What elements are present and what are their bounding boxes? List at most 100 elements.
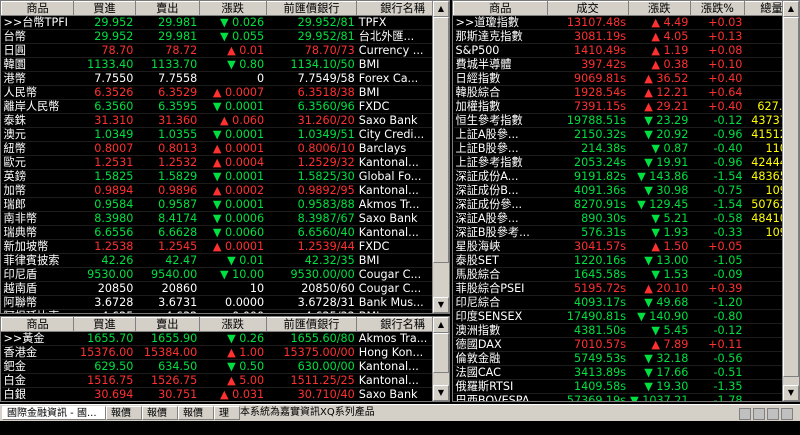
table-row[interactable]: 阿根廷比索4.6254.632 0.0004.625/32BMI xyxy=(1,309,449,313)
table-row[interactable]: 泰銖 31.310 31.360 ▲ 0.060 31.260/20 Saxo Bank xyxy=(1,113,449,128)
table-row[interactable]: >>台幣TPFI 29.952 29.981 ▼ 0.026 29.952/81 TPFX xyxy=(1,15,449,30)
tab-quote-4[interactable]: 報價 4 xyxy=(178,406,214,433)
change-percent: -0.33 xyxy=(690,225,745,240)
table-row[interactable]: 法國CAC 3413.89s ▼ 17.66 -0.51 xyxy=(453,365,799,380)
table-row[interactable]: 上証B股參... 214.38s ▼ 0.87 -0.40 110M xyxy=(453,141,799,156)
indices-scrollbar[interactable]: ▲ ▼ xyxy=(782,1,799,401)
scroll-down-icon[interactable]: ▼ xyxy=(433,297,449,313)
table-row[interactable]: 瑞郎 0.9584 0.9587 ▼ 0.0001 0.9583/88 Akmos Tr.… xyxy=(1,197,449,212)
column-header[interactable]: 買進 xyxy=(73,317,136,332)
scroll-up-icon[interactable]: ▲ xyxy=(433,317,449,333)
column-header[interactable]: 買進 xyxy=(73,1,136,16)
column-header[interactable]: 漲跌% xyxy=(689,1,745,16)
table-row[interactable]: 英鎊 1.5825 1.5829 ▼ 0.0001 1.5825/30 Global Fo… xyxy=(1,169,449,184)
table-row[interactable]: 深証B股參考... 576.31s ▼ 1.93 -0.33 109M xyxy=(453,225,799,240)
tab-international-finance[interactable]: 國際金融資訊 - 國... xyxy=(2,406,106,420)
table-row[interactable]: 瑞典幣 6.6556 6.6628 ▼ 0.0060 6.6560/40 Kantonal… xyxy=(1,225,449,240)
scroll-down-icon[interactable]: ▼ xyxy=(783,385,799,401)
change-cell: ▲ 4.49 xyxy=(628,15,691,30)
tray-icon[interactable] xyxy=(767,408,779,420)
table-row[interactable]: 俄羅斯RTSI 1409.58s ▼ 19.30 -1.35 xyxy=(453,379,799,394)
table-row[interactable]: 澳元 1.0349 1.0355 ▼ 0.0001 1.0349/51 City Cred… xyxy=(1,127,449,142)
scroll-up-icon[interactable]: ▲ xyxy=(433,1,449,17)
table-row[interactable]: 深証A股參... 890.30s ▼ 5.21 -0.58 48410M xyxy=(453,211,799,226)
forex-scrollbar[interactable]: ▲ ▼ xyxy=(432,1,449,313)
table-row[interactable]: 泰股SET 1220.16s ▼ 13.00 -1.05 xyxy=(453,253,799,268)
tab-quote-3[interactable]: 報價 3 xyxy=(142,406,178,433)
table-row[interactable]: 人民幣 6.3526 6.3529 ▲ 0.0007 6.3518/38 BMI xyxy=(1,85,449,100)
table-row[interactable]: 台幣 29.952 29.981 ▼ 0.055 29.952/81 台北外匯... xyxy=(1,29,449,44)
scroll-thumb[interactable] xyxy=(783,17,799,377)
table-row[interactable]: 星股海峽 3041.57s ▲ 1.50 +0.05 xyxy=(453,239,799,254)
column-header[interactable]: 成交 xyxy=(546,1,629,16)
tab-finance[interactable]: 理財 xyxy=(214,406,240,433)
table-row[interactable]: >>黃金 1655.70 1655.90 ▼ 0.26 1655.60/80 Akmos … xyxy=(1,331,449,346)
table-row[interactable]: 上証A股參... 2150.32s ▼ 20.92 -0.96 41512M xyxy=(453,127,799,142)
table-row[interactable]: 日經指數9069.81s▲ 36.52+0.400 xyxy=(453,71,799,86)
prev-quote: 7.7549/58 xyxy=(266,71,357,86)
table-row[interactable]: 日圓 78.70 78.72 ▲ 0.01 78.70/73 Currency ... xyxy=(1,43,449,58)
tab-quote-2[interactable]: 報價 2 xyxy=(106,406,142,433)
column-header[interactable]: 賣出 xyxy=(134,317,200,332)
column-header[interactable]: 前匯價銀行 xyxy=(265,1,358,16)
table-row[interactable]: 德國DAX 7010.57s ▲ 7.89 +0.11 xyxy=(453,337,799,352)
table-row[interactable]: S&P5001410.49s▲ 1.19+0.080 xyxy=(453,43,799,58)
table-row[interactable]: 南非幣 8.3980 8.4174 ▼ 0.0006 8.3987/67 Saxo Ban… xyxy=(1,211,449,226)
table-row[interactable]: 加幣 0.9894 0.9896 ▲ 0.0002 0.9892/95 Kantonal.… xyxy=(1,183,449,198)
table-row[interactable]: 歐元 1.2531 1.2532 ▲ 0.0004 1.2529/32 Kantonal.… xyxy=(1,155,449,170)
table-row[interactable]: 印尼綜合 4093.17s ▼ 49.68 -1.20 xyxy=(453,295,799,310)
table-row[interactable]: 阿聯幣 3.6728 3.6731 0.0000 3.6728/31 Bank Mus.… xyxy=(1,295,449,310)
table-row[interactable]: 巴西BOVESPA 57369.19s ▼ 1037.21 -1.78 xyxy=(453,393,799,401)
column-header[interactable]: 漲跌 xyxy=(627,1,691,16)
table-row[interactable]: 那斯達克指數3081.19s▲ 4.05+0.130 xyxy=(453,29,799,44)
table-row[interactable]: 韓圜 1133.40 1133.70 ▼ 0.80 1134.10/50 BMI xyxy=(1,57,449,72)
table-row[interactable]: 新加坡幣 1.2538 1.2545 ▲ 0.0001 1.2539/44 FXDC xyxy=(1,239,449,254)
table-row[interactable]: 費城半導體397.42s▲ 0.38+0.100 xyxy=(453,57,799,72)
arrow-icon: ▲ xyxy=(219,114,229,127)
metals-scrollbar[interactable]: ▲ ▼ xyxy=(432,317,449,401)
arrow-icon: ▼ xyxy=(227,58,236,71)
table-row[interactable]: 白銀 30.694 30.751 ▲ 0.031 30.710/40 Saxo Bank xyxy=(1,387,449,401)
table-row[interactable]: 韓股綜合1928.54s▲ 12.21+0.640 xyxy=(453,85,799,100)
table-row[interactable]: 深証成份參... 8270.91s ▼ 129.45 -1.54 50762M xyxy=(453,197,799,212)
column-header[interactable]: 商品 xyxy=(1,1,75,16)
table-row[interactable]: 菲律賓披索 42.26 42.47 ▼ 0.01 42.32/35 BMI xyxy=(1,253,449,268)
table-row[interactable]: 加權指數 7391.15s ▲ 29.21 +0.40 627.82 xyxy=(453,99,799,114)
tray-icon[interactable] xyxy=(739,408,751,420)
table-row[interactable]: 印尼盾 9530.00 9540.00 ▼ 10.00 9530.00/00 Cougar… xyxy=(1,267,449,282)
table-row[interactable]: 越南盾 20850 20860 10 20850/60 Cougar C... xyxy=(1,281,449,296)
table-row[interactable]: 香港金 15376.00 15384.00 ▲ 1.00 15375.00/00 Hong… xyxy=(1,345,449,360)
scroll-thumb[interactable] xyxy=(433,17,449,263)
column-header[interactable]: 商品 xyxy=(1,317,75,332)
table-row[interactable]: 深証成份A... 9191.82s ▼ 143.86 -1.54 48365M xyxy=(453,169,799,184)
table-row[interactable]: 離岸人民幣 6.3560 6.3595 ▼ 0.0001 6.3560/96 FXDC xyxy=(1,99,449,114)
table-row[interactable]: 菲股綜合PSEI 5195.72s ▲ 20.10 +0.39 xyxy=(453,281,799,296)
column-header[interactable]: 漲跌 xyxy=(198,1,267,16)
table-row[interactable]: 紐幣 0.8007 0.8013 ▲ 0.0001 0.8006/10 Barclays xyxy=(1,141,449,156)
index-price: 4093.17s xyxy=(547,295,629,310)
column-header[interactable]: 前匯價銀行 xyxy=(265,317,358,332)
table-row[interactable]: 印度SENSEX 17490.81s ▼ 140.90 -0.80 xyxy=(453,309,799,324)
column-header[interactable]: 賣出 xyxy=(134,1,200,16)
table-row[interactable]: 白金 1516.75 1526.75 ▲ 5.00 1511.25/25 Kantonal… xyxy=(1,373,449,388)
column-header[interactable]: 漲跌 xyxy=(198,317,267,332)
index-name: 上証B股參... xyxy=(453,141,548,156)
arrow-icon: ▲ xyxy=(227,44,236,57)
scroll-up-icon[interactable]: ▲ xyxy=(783,1,799,17)
table-row[interactable]: 上証參考指數 2053.24s ▼ 19.91 -0.96 42444M xyxy=(453,155,799,170)
table-row[interactable]: 深証成份B... 4091.36s ▼ 30.98 -0.75 109M xyxy=(453,183,799,198)
column-header[interactable]: 商品 xyxy=(453,1,548,16)
change-percent: +0.40 xyxy=(690,99,745,114)
table-row[interactable]: 澳洲指數 4381.50s ▼ 5.45 -0.12 xyxy=(453,323,799,338)
index-price: 3081.19s xyxy=(547,29,629,44)
scroll-thumb[interactable] xyxy=(433,333,449,373)
tray-icon[interactable] xyxy=(781,408,793,420)
tray-icon[interactable] xyxy=(753,408,765,420)
scroll-down-icon[interactable]: ▼ xyxy=(433,385,449,401)
table-row[interactable]: 倫敦金融 5749.53s ▼ 32.18 -0.56 xyxy=(453,351,799,366)
table-row[interactable]: 恒生參考指數 19788.51s ▼ 23.29 -0.12 43737M xyxy=(453,113,799,128)
table-row[interactable]: 馬股綜合 1645.58s ▼ 1.53 -0.09 xyxy=(453,267,799,282)
table-row[interactable]: 鈀金 629.50 634.50 ▼ 0.50 630.00/00 Kantonal... xyxy=(1,359,449,374)
table-row[interactable]: 港幣 7.7550 7.7558 0 7.7549/58 Forex Ca... xyxy=(1,71,449,86)
table-row[interactable]: >>道瓊指數13107.48s▲ 4.49+0.030 xyxy=(453,15,799,30)
